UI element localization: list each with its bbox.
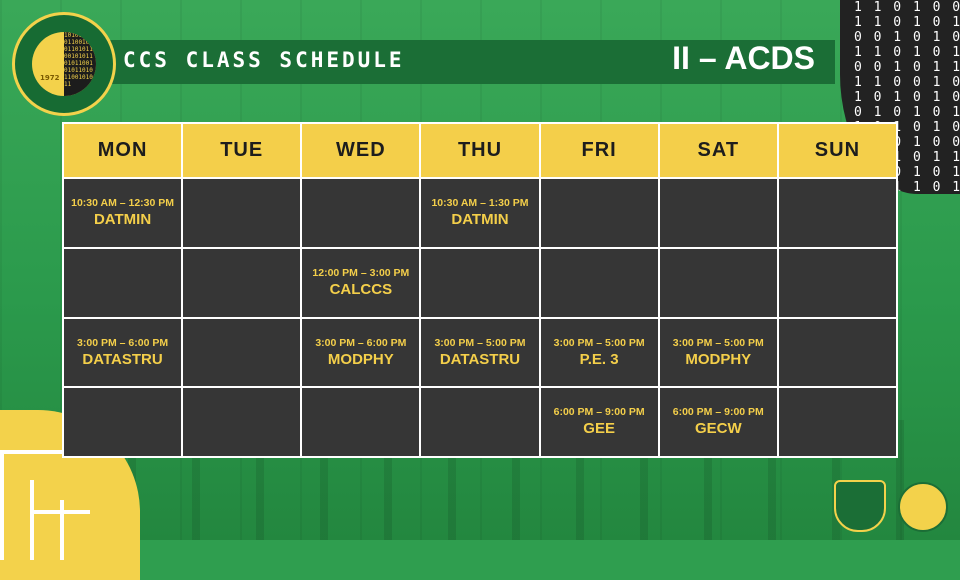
student-council-seal-icon [898, 482, 948, 532]
class-subject: MODPHY [685, 350, 752, 368]
schedule-cell [778, 388, 896, 456]
schedule-cell [183, 248, 301, 317]
schedule-cell [540, 179, 658, 247]
schedule-cell [183, 388, 301, 456]
schedule-cell: 3:00 PM – 5:00 PM P.E. 3 [540, 318, 658, 387]
class-time: 3:00 PM – 6:00 PM [315, 336, 407, 349]
class-subject: GECW [694, 420, 742, 438]
class-time: 12:00 PM – 3:00 PM [312, 266, 410, 279]
class-subject: P.E. 3 [579, 350, 619, 368]
schedule-table: MON TUE WED THU FRI SAT SUN 10:30 AM – 12:30 PM… [62, 122, 898, 458]
class-subject: GEE [583, 420, 615, 438]
schedule-cell: 12:00 PM – 3:00 PM CALCCS [302, 248, 420, 317]
class-subject: DATMIN [451, 211, 509, 228]
schedule-cell [421, 388, 539, 456]
schedule-cell [659, 248, 777, 317]
day-header-sat: SAT [659, 124, 777, 177]
class-time: 10:30 AM – 1:30 PM [431, 197, 529, 209]
day-header-wed: WED [302, 124, 420, 177]
schedule-cell [778, 248, 896, 317]
schedule-cell: 3:00 PM – 6:00 PM DATASTRU [64, 318, 182, 387]
class-time: 3:00 PM – 5:00 PM [553, 336, 645, 349]
page-title: CCS CLASS SCHEDULE [123, 48, 405, 72]
schedule-cell: 3:00 PM – 5:00 PM MODPHY [659, 318, 777, 387]
class-subject: MODPHY [327, 350, 394, 368]
class-time: 6:00 PM – 9:00 PM [672, 406, 764, 419]
class-time: 6:00 PM – 9:00 PM [553, 406, 645, 419]
schedule-cell [540, 248, 658, 317]
class-time: 3:00 PM – 5:00 PM [434, 336, 526, 349]
day-header-mon: MON [64, 124, 182, 177]
schedule-cell [778, 179, 896, 247]
class-time: 3:00 PM – 6:00 PM [77, 336, 169, 349]
section-label: II – ACDS [672, 40, 815, 76]
council-badge-icon [834, 480, 886, 532]
class-subject: DATASTRU [82, 350, 163, 368]
schedule-cell: 10:30 AM – 12:30 PM DATMIN [64, 179, 182, 247]
schedule-cell: 3:00 PM – 6:00 PM MODPHY [302, 318, 420, 387]
day-header-thu: THU [421, 124, 539, 177]
schedule-cell [64, 388, 182, 456]
class-time: 10:30 AM – 12:30 PM [71, 197, 175, 209]
logo-emblem: 1010110101100101011010110010101101011001… [32, 32, 96, 96]
class-subject: DATMIN [93, 211, 152, 228]
logo-year: 1972 [40, 74, 60, 82]
class-subject: CALCCS [329, 280, 393, 298]
day-header-fri: FRI [540, 124, 658, 177]
day-header-tue: TUE [183, 124, 301, 177]
schedule-cell [302, 388, 420, 456]
class-time: 3:00 PM – 5:00 PM [672, 336, 764, 349]
schedule-cell: 3:00 PM – 5:00 PM DATASTRU [421, 318, 539, 387]
day-header-sun: SUN [778, 124, 896, 177]
schedule-cell [302, 179, 420, 247]
class-subject: DATASTRU [439, 350, 521, 368]
schedule-cell [64, 248, 182, 317]
university-logo: 1010110101100101011010110010101101011001… [12, 12, 116, 116]
schedule-cell [421, 248, 539, 317]
schedule-cell: 6:00 PM – 9:00 PM GECW [659, 388, 777, 456]
schedule-cell [183, 179, 301, 247]
schedule-cell [659, 179, 777, 247]
schedule-cell [183, 318, 301, 387]
schedule-cell [778, 318, 896, 387]
schedule-cell: 10:30 AM – 1:30 PM DATMIN [421, 179, 539, 247]
schedule-cell: 6:00 PM – 9:00 PM GEE [540, 388, 658, 456]
